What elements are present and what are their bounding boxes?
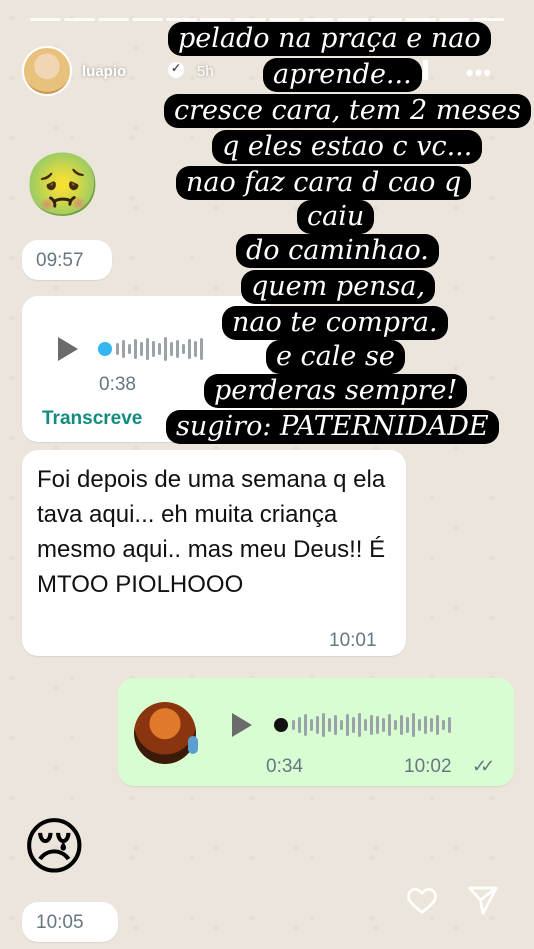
transcribe-link[interactable]: Transcreve <box>42 408 142 430</box>
caption-line: nao te compra. <box>222 306 448 340</box>
caption-line: q eles estao c vc... <box>212 130 483 164</box>
caption-line: do caminhao. <box>236 234 439 268</box>
message-time: 10:02 <box>404 756 452 777</box>
more-options-icon[interactable]: ••• <box>466 60 492 86</box>
voice-duration: 0:38 <box>99 374 136 395</box>
caption-line: quem pensa, <box>241 270 436 304</box>
caption-line: cresce cara, tem 2 meses <box>164 94 531 128</box>
message-text: Foi depois de uma semana q ela tava aqui… <box>37 466 386 598</box>
nauseated-face-emoji: 🤢 <box>24 148 102 221</box>
voice-message-outgoing: 0:34 10:02 ✓✓ <box>118 678 514 786</box>
emoji-bubble-timestamp: 10:05 <box>22 902 118 942</box>
story-progress-bar <box>30 18 505 21</box>
play-icon[interactable] <box>232 713 252 737</box>
voice-duration: 0:34 <box>266 756 303 777</box>
caption-line: pelado na praça e nao <box>168 22 491 56</box>
caption-line: caiu <box>297 200 375 234</box>
message-time: 09:57 <box>36 250 84 271</box>
caption-line: aprende... <box>263 58 422 92</box>
caption-line: perderas sempre! <box>204 374 468 408</box>
emoji-bubble-timestamp: 09:57 <box>22 240 112 280</box>
message-time: 10:05 <box>36 912 84 933</box>
verified-badge-icon <box>168 61 184 78</box>
message-time: 10:01 <box>329 630 377 651</box>
caption-line: e cale se <box>266 340 405 374</box>
crying-face-emoji: 😢 <box>22 810 87 883</box>
like-heart-icon[interactable] <box>405 884 439 916</box>
audio-waveform <box>116 337 203 361</box>
playback-position-dot[interactable] <box>274 718 288 732</box>
audio-waveform <box>292 713 451 737</box>
caption-line: nao faz cara d cao q <box>176 166 472 200</box>
username[interactable]: luapio <box>82 63 126 80</box>
playback-position-dot[interactable] <box>98 342 112 356</box>
sender-avatar <box>134 702 196 764</box>
send-icon[interactable] <box>466 884 500 916</box>
story-time: 5h <box>197 63 214 80</box>
double-check-icon: ✓✓ <box>472 756 495 776</box>
play-icon[interactable] <box>58 337 78 361</box>
avatar[interactable] <box>22 46 72 96</box>
microphone-icon <box>188 736 198 754</box>
caption-line: sugiro: PATERNIDADE <box>166 410 499 444</box>
